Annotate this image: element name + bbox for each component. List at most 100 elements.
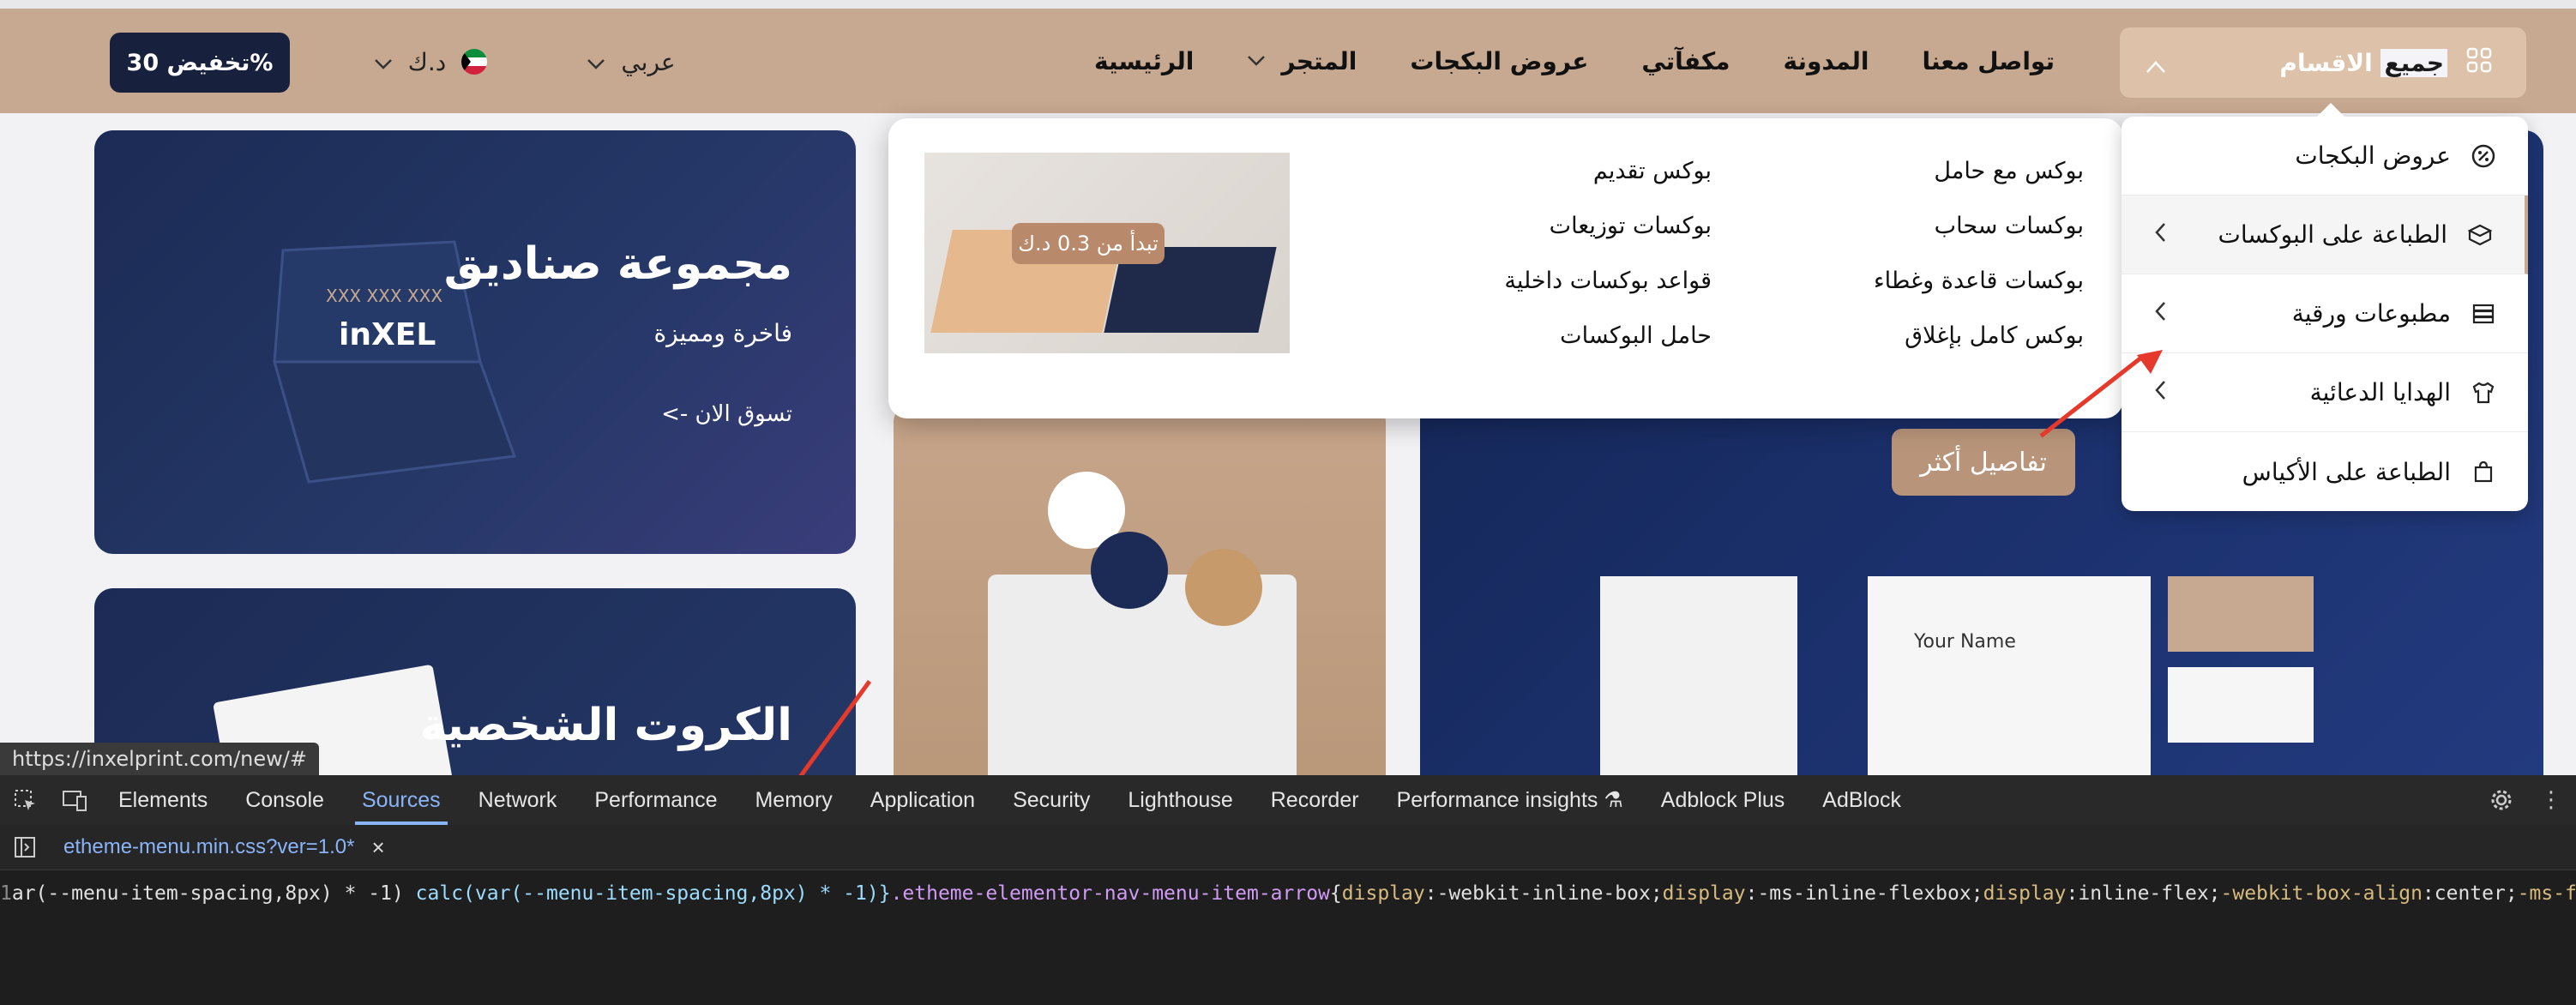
- banner-title: الكروت الشخصية: [419, 700, 792, 751]
- chevron-up-icon: [2146, 51, 2166, 80]
- category-item-box-printing[interactable]: الطباعة على البوكسات: [2122, 196, 2528, 274]
- tab-lighthouse[interactable]: Lighthouse: [1109, 775, 1251, 825]
- mega-menu-item[interactable]: قواعد بوكسات داخلية: [1504, 254, 1712, 309]
- chevron-down-icon: [374, 48, 393, 76]
- code-token: -ms-flex: [2517, 882, 2576, 905]
- currency-selector[interactable]: د.ك: [362, 34, 499, 89]
- tab-recorder[interactable]: Recorder: [1252, 775, 1378, 825]
- main-nav: الرئيسية المتجر عروض البكجات مكفآتي المد…: [1094, 9, 2055, 113]
- price-tag-text: تبدأ من 0.3 د.ك: [1018, 232, 1159, 256]
- line-number: 1: [0, 882, 12, 905]
- code-token: display: [1341, 882, 1425, 905]
- nav-label: تواصل معنا: [1922, 46, 2055, 75]
- source-file-tab[interactable]: etheme-menu.min.css?ver=1.0* ×: [63, 834, 385, 861]
- stationery-name-text: Your Name: [1914, 631, 2016, 653]
- more-details-button[interactable]: تفاصيل أكثر: [1892, 429, 2075, 496]
- category-label: عروض البكجات: [2295, 141, 2451, 170]
- inspect-element-icon[interactable]: [12, 787, 38, 813]
- category-item-promo-gifts[interactable]: الهدايا الدعائية: [2122, 353, 2528, 432]
- more-options-icon[interactable]: ⋮: [2538, 787, 2564, 813]
- mega-menu-item[interactable]: حامل البوكسات: [1504, 309, 1712, 364]
- nav-item-packages[interactable]: عروض البكجات: [1410, 47, 1588, 75]
- gear-icon[interactable]: [2489, 787, 2514, 813]
- banner-subtitle: فاخرة ومميزة: [653, 319, 792, 347]
- category-item-paper-prints[interactable]: مطبوعات ورقية: [2122, 274, 2528, 353]
- nav-label: الرئيسية: [1094, 46, 1195, 75]
- all-categories-label: جميع الاقسام: [2279, 48, 2447, 77]
- bag-icon: [2470, 458, 2497, 485]
- nav-item-home[interactable]: الرئيسية: [1094, 47, 1194, 75]
- nav-label: مكفآتي: [1641, 46, 1730, 75]
- category-item-packages[interactable]: عروض البكجات: [2122, 117, 2528, 196]
- toggle-navigator-icon[interactable]: [12, 834, 38, 860]
- mega-menu-item[interactable]: بوكس كامل بإغلاق: [1874, 309, 2084, 364]
- tab-label: Recorder: [1270, 787, 1359, 812]
- tab-memory[interactable]: Memory: [736, 775, 851, 825]
- tab-elements[interactable]: Elements: [99, 775, 226, 825]
- nav-label: عروض البكجات: [1410, 46, 1589, 75]
- all-categories-button[interactable]: جميع الاقسام: [2120, 27, 2526, 98]
- tab-label: AdBlock: [1822, 787, 1902, 812]
- code-token: calc(var(--menu-item-spacing,8px) * -1)}: [415, 882, 891, 905]
- code-line[interactable]: 1 ar(--menu-item-spacing,8px) * -1) calc…: [0, 876, 2576, 911]
- nav-label: المتجر: [1281, 46, 1357, 75]
- site-header: تخفيض 30% د.ك عربي الرئيسية المتجر عروض …: [0, 9, 2576, 113]
- code-token: ar(--menu-item-spacing,8px) * -1): [11, 882, 416, 905]
- tab-security[interactable]: Security: [994, 775, 1109, 825]
- mega-menu-promo-image[interactable]: تبدأ من 0.3 د.ك: [924, 153, 1290, 353]
- tab-network[interactable]: Network: [460, 775, 576, 825]
- tab-performance[interactable]: Performance: [575, 775, 736, 825]
- stickers-banner[interactable]: [894, 403, 1386, 775]
- mega-menu-item[interactable]: بوكسات سحاب: [1874, 199, 2084, 254]
- tab-label: Performance: [594, 787, 718, 812]
- grid-icon: [2466, 47, 2492, 79]
- tab-adblock[interactable]: AdBlock: [1803, 775, 1920, 825]
- letterhead-illustration: [1600, 576, 1797, 775]
- tab-label: Security: [1013, 787, 1091, 812]
- category-label: الهدايا الدعائية: [2309, 378, 2451, 406]
- box-logo-text: inXEL: [339, 317, 436, 352]
- code-text: ar(--menu-item-spacing,8px) * -1) calc(v…: [12, 882, 2576, 905]
- tab-performance-insights[interactable]: Performance insights ⚗: [1378, 775, 1642, 825]
- price-tag: تبدأ من 0.3 د.ك: [1012, 223, 1165, 264]
- nav-item-blog[interactable]: المدونة: [1783, 47, 1869, 75]
- shop-now-link[interactable]: تسوق الان ->: [661, 401, 792, 427]
- devtools-panel: Elements Console Sources Network Perform…: [0, 775, 2576, 1005]
- nav-item-rewards[interactable]: مكفآتي: [1641, 47, 1730, 75]
- mega-menu-col-right: بوكس مع حامل بوكسات سحاب بوكسات قاعدة وغ…: [1874, 144, 2084, 364]
- language-selector[interactable]: عربي: [571, 34, 691, 89]
- box-code-text: XXX XXX XXX: [326, 286, 442, 306]
- flask-icon: ⚗: [1604, 788, 1623, 812]
- currency-label: د.ك: [407, 47, 447, 76]
- close-icon[interactable]: ×: [372, 834, 385, 861]
- category-label: الطباعة على الأكياس: [2242, 457, 2451, 486]
- mega-menu-item[interactable]: بوكسات توزيعات: [1504, 199, 1712, 254]
- banner-title: مجموعة صناديق: [443, 238, 792, 290]
- device-toolbar-icon[interactable]: [62, 787, 87, 813]
- category-label: مطبوعات ورقية: [2291, 299, 2451, 328]
- discount-button[interactable]: تخفيض 30%: [110, 33, 290, 93]
- mega-menu-item[interactable]: بوكسات قاعدة وغطاء: [1874, 254, 2084, 309]
- nav-item-shop[interactable]: المتجر: [1247, 47, 1357, 75]
- mega-menu-item[interactable]: بوكس مع حامل: [1874, 144, 2084, 199]
- nav-item-contact[interactable]: تواصل معنا: [1922, 47, 2055, 75]
- browser-top-strip: [0, 0, 2576, 9]
- card-illustration: [2168, 667, 2314, 743]
- code-token: -webkit-box-align: [2220, 882, 2423, 905]
- tab-console[interactable]: Console: [226, 775, 343, 825]
- tab-application[interactable]: Application: [852, 775, 994, 825]
- code-token: display: [1662, 882, 1746, 905]
- box-icon: [2466, 221, 2494, 249]
- code-token: display: [1983, 882, 2067, 905]
- tab-adblock-plus[interactable]: Adblock Plus: [1642, 775, 1804, 825]
- card-illustration: [2168, 576, 2314, 652]
- tab-label: Elements: [118, 787, 208, 812]
- nav-label: المدونة: [1783, 46, 1869, 75]
- language-label: عربي: [621, 47, 676, 76]
- details-label: تفاصيل أكثر: [1920, 447, 2047, 478]
- mega-menu-item[interactable]: بوكس تقديم: [1504, 144, 1712, 199]
- tab-sources[interactable]: Sources: [343, 775, 460, 825]
- chevron-down-icon: [587, 48, 605, 76]
- category-item-bag-printing[interactable]: الطباعة على الأكياس: [2122, 432, 2528, 511]
- boxes-banner[interactable]: XXX XXX XXX inXEL مجموعة صناديق فاخرة وم…: [94, 130, 856, 554]
